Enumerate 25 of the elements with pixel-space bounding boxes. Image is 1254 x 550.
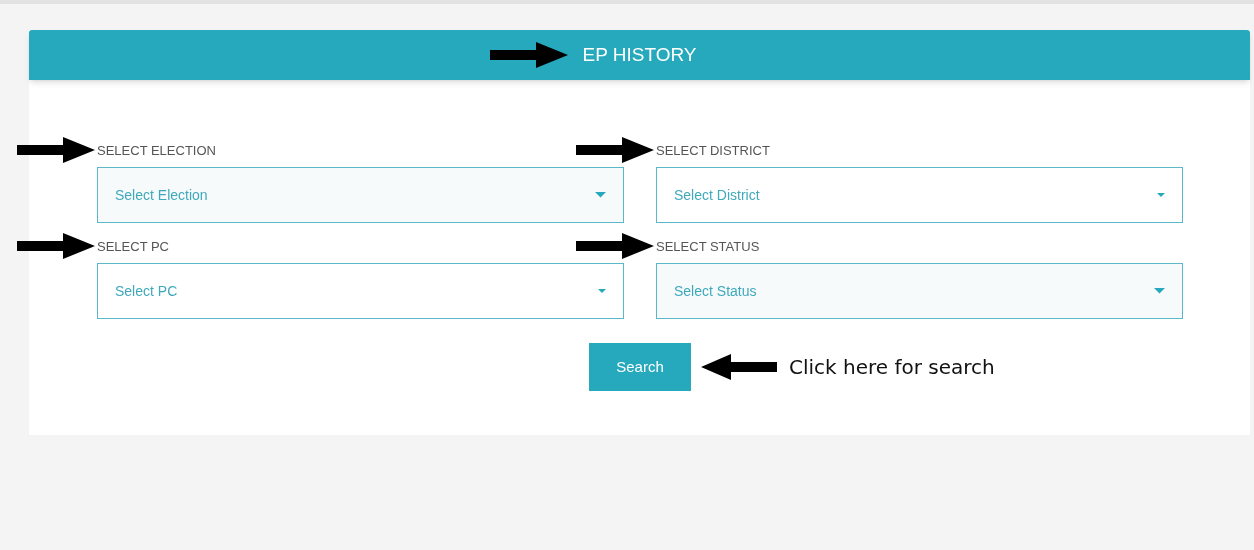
field-label: SELECT STATUS [656,237,760,256]
panel-title: EP HISTORY [582,42,697,67]
select-placeholder: Select PC [115,281,178,301]
field-label: SELECT PC [97,237,169,256]
arrow-icon [17,233,95,259]
select-dropdown[interactable]: Select Status [656,263,1183,319]
field-label: SELECT DISTRICT [656,141,770,160]
select-dropdown[interactable]: Select Election [97,167,624,223]
arrow-icon [490,41,569,68]
select-placeholder: Select District [674,185,760,205]
select-placeholder: Select Status [674,281,757,301]
annotation-text: Click here for search [789,354,995,381]
caret-icon [1157,193,1165,197]
arrow-icon [17,137,95,163]
select-dropdown[interactable]: Select District [656,167,1183,223]
search-button[interactable]: Search [589,343,691,391]
caret-icon [595,192,606,198]
caret-icon [1154,288,1165,294]
arrow-icon [701,354,777,380]
arrow-icon [576,233,654,259]
arrow-icon [576,137,654,163]
field-label: SELECT ELECTION [97,141,216,160]
caret-icon [598,289,606,293]
select-placeholder: Select Election [115,185,208,205]
select-dropdown[interactable]: Select PC [97,263,624,319]
